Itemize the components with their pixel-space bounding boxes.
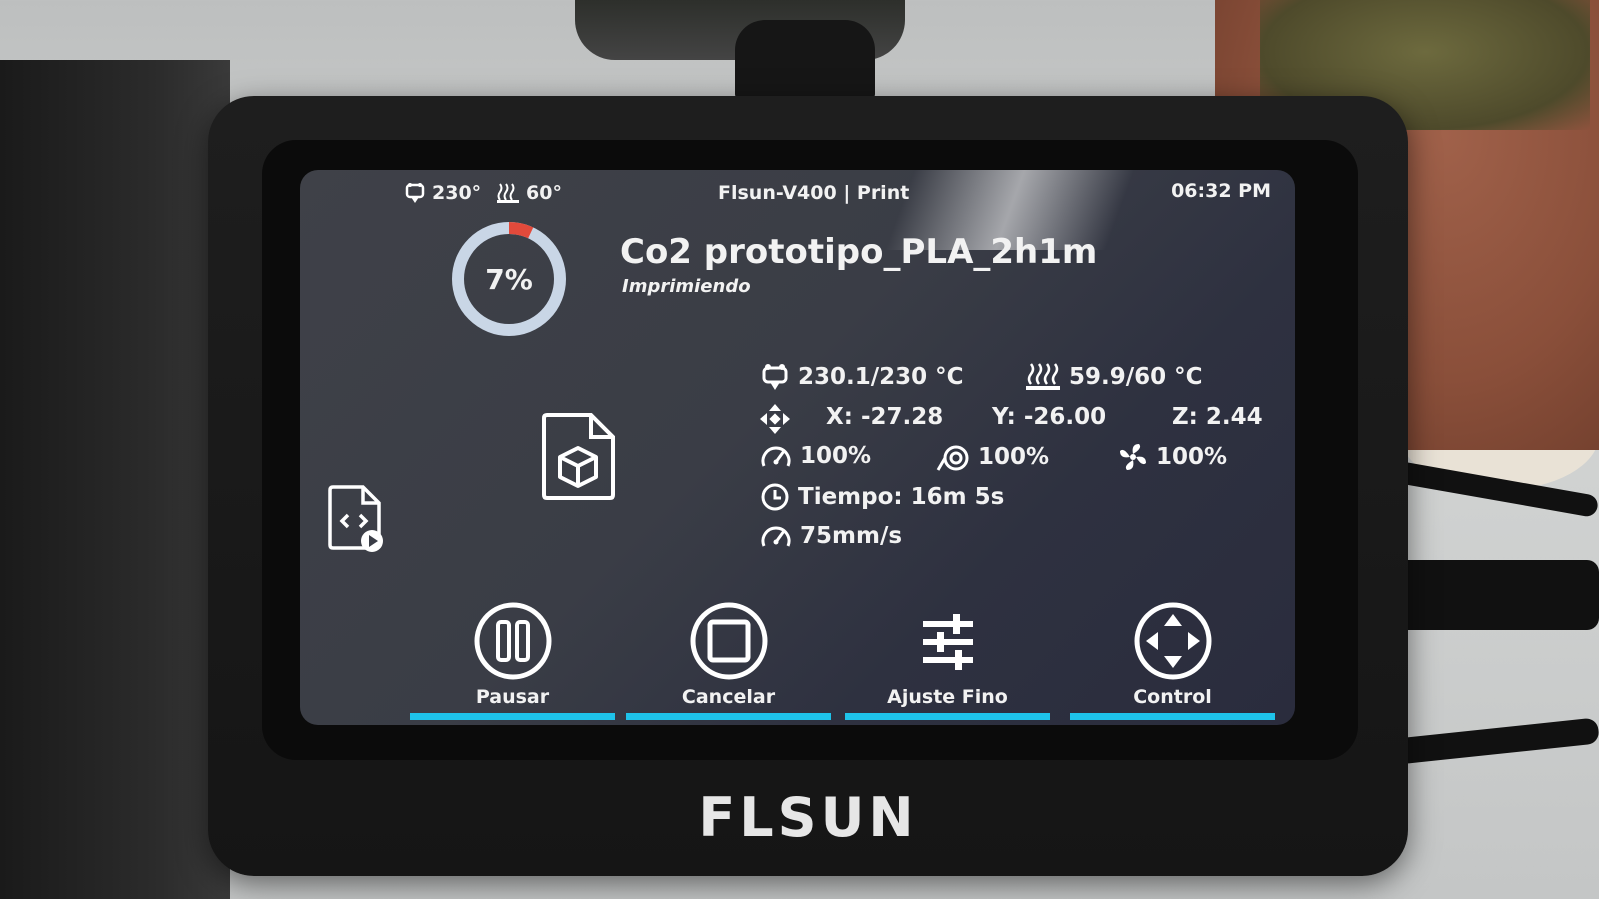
background-dark-object	[0, 60, 230, 899]
pause-button[interactable]: Pausar	[410, 600, 615, 720]
model-thumbnail[interactable]	[540, 412, 618, 506]
status-bar: 230° 60° Flsun-V400 | Print 06:32 PM	[300, 170, 1295, 214]
fan-value: 100%	[1156, 444, 1228, 470]
usb-plug	[1390, 560, 1599, 630]
control-button[interactable]: Control	[1070, 600, 1275, 720]
printer-title: Flsun-V400 | Print	[718, 182, 910, 204]
flow-icon	[936, 442, 970, 472]
brand-logo: FLSUN	[698, 786, 918, 849]
speed-factor-readout: 100%	[760, 442, 871, 470]
fan-readout: 100%	[1118, 442, 1227, 472]
device-mount-knob	[735, 20, 875, 100]
elapsed-time-value: Tiempo: 16m 5s	[798, 484, 1005, 510]
bed-temp-readout: 59.9/60 °C	[1025, 362, 1203, 392]
pause-label: Pausar	[475, 686, 550, 708]
clock-icon	[760, 482, 790, 512]
extruder-icon	[404, 182, 426, 204]
speed-factor-value: 100%	[800, 443, 872, 469]
fine-tune-label: Ajuste Fino	[887, 686, 1008, 708]
dpad-icon	[1134, 602, 1211, 680]
status-bed-temp: 60°	[496, 182, 562, 204]
sliders-icon	[922, 614, 973, 670]
extruder-temp-value: 230.1/230 °C	[798, 364, 964, 390]
status-bed-temp-value: 60°	[526, 182, 562, 204]
fine-tune-button[interactable]: Ajuste Fino	[845, 600, 1050, 720]
pause-button-underline	[410, 713, 615, 720]
move-arrows-icon	[758, 402, 792, 436]
cancel-label: Cancelar	[681, 686, 776, 708]
extruder-icon	[760, 362, 790, 392]
fan-icon	[1118, 442, 1148, 472]
bed-temp-value: 59.9/60 °C	[1069, 364, 1203, 390]
progress-percent: 7%	[485, 262, 533, 296]
position-z: Z: 2.44	[1172, 404, 1263, 430]
heated-bed-icon	[496, 182, 520, 204]
job-filename: Co2 prototipo_PLA_2h1m	[620, 232, 1098, 272]
code-file-icon	[328, 485, 383, 552]
speedometer-icon	[760, 522, 792, 550]
control-label: Control	[1133, 686, 1212, 708]
heated-bed-icon	[1025, 362, 1061, 392]
status-extruder-temp-value: 230°	[432, 182, 482, 204]
job-state: Imprimiendo	[622, 276, 751, 297]
print-speed-value: 75mm/s	[800, 523, 903, 549]
flow-factor-value: 100%	[978, 444, 1050, 470]
pause-icon	[474, 602, 551, 680]
cancel-button[interactable]: Cancelar	[626, 600, 831, 720]
position-x: X: -27.28	[826, 404, 944, 430]
elapsed-time-readout: Tiempo: 16m 5s	[760, 482, 1004, 512]
status-extruder-temp: 230°	[404, 182, 481, 204]
stop-icon	[690, 602, 767, 680]
fine-tune-button-underline	[845, 713, 1050, 720]
gcode-preview-button[interactable]	[326, 485, 386, 557]
clock: 06:32 PM	[1171, 180, 1271, 202]
cube-file-icon	[542, 413, 615, 500]
extruder-temp-readout: 230.1/230 °C	[760, 362, 964, 392]
position-readout	[758, 402, 792, 436]
cancel-button-underline	[626, 713, 831, 720]
position-y: Y: -26.00	[992, 404, 1107, 430]
speedometer-icon	[760, 442, 792, 470]
touchscreen: 230° 60° Flsun-V400 | Print 06:32 PM 7% …	[300, 170, 1295, 725]
flow-factor-readout: 100%	[936, 442, 1049, 472]
print-speed-readout: 75mm/s	[760, 522, 902, 550]
cable	[1394, 717, 1599, 765]
control-button-underline	[1070, 713, 1275, 720]
